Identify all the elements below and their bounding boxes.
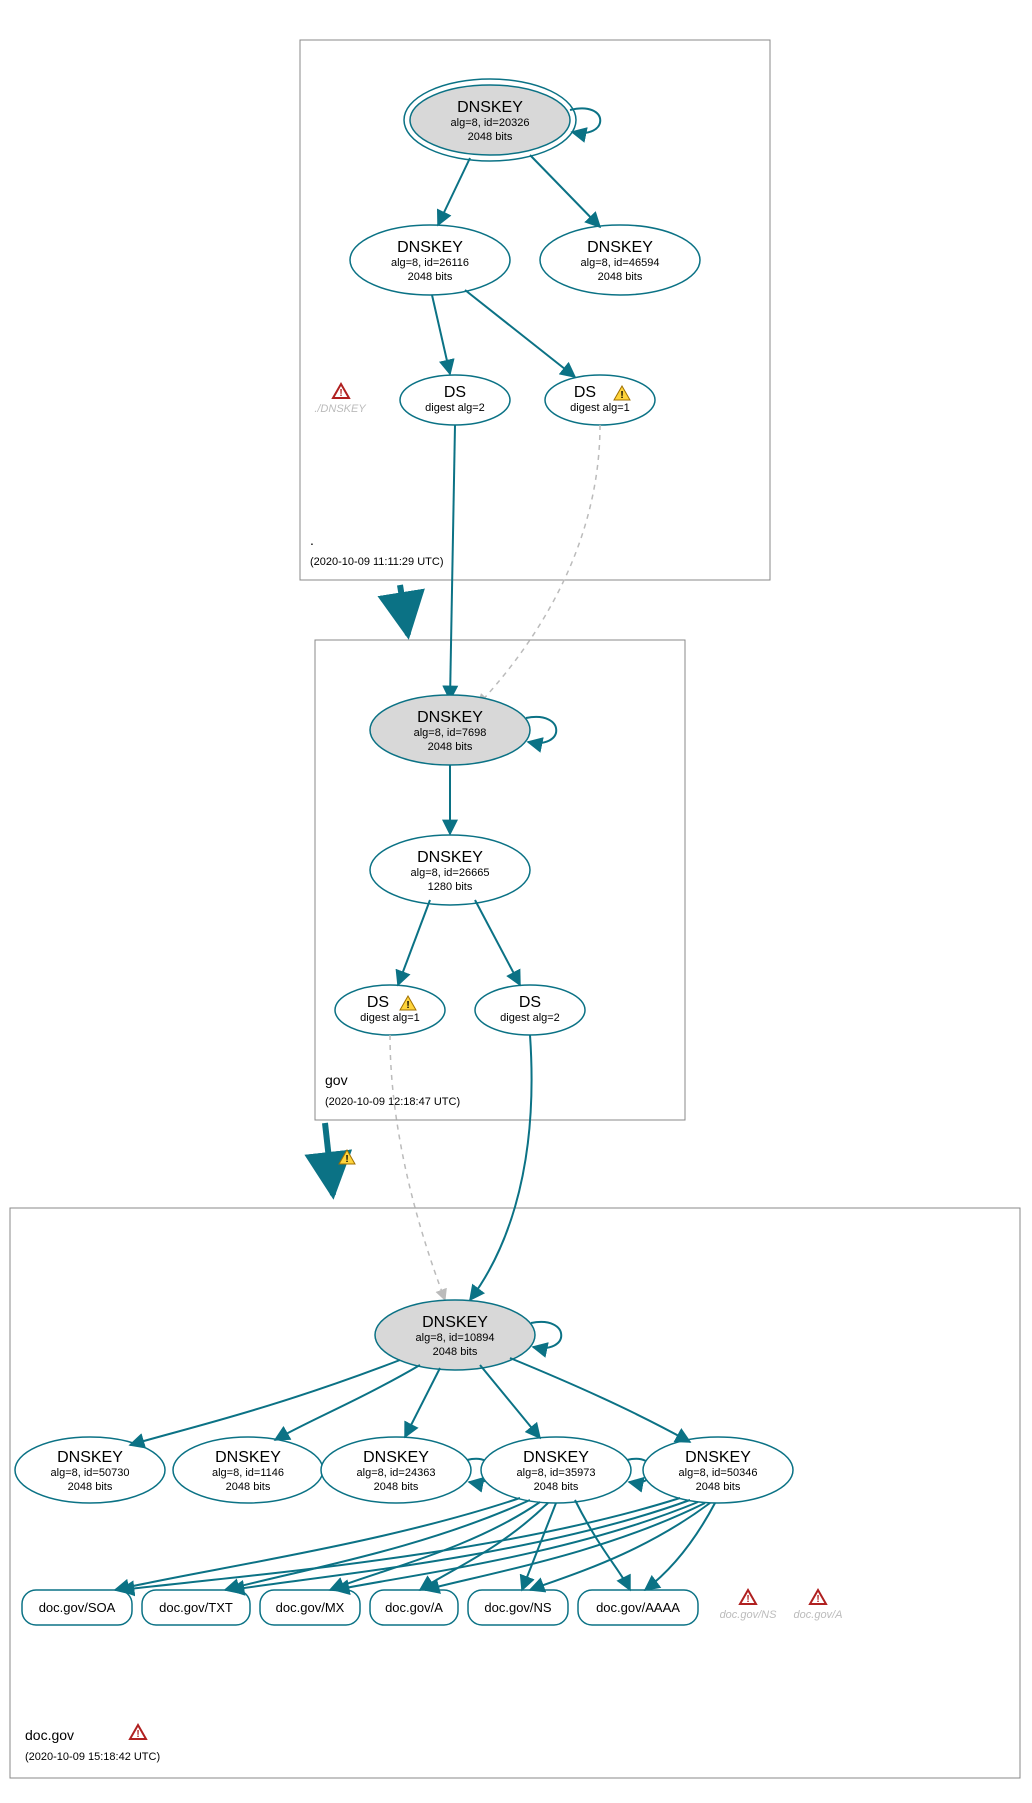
svg-text:DS: DS — [519, 994, 541, 1011]
svg-text:digest alg=1: digest alg=1 — [570, 402, 630, 414]
node-doc-k5[interactable]: DNSKEY alg=8, id=50346 2048 bits — [643, 1437, 793, 1503]
svg-text:doc.gov/AAAA: doc.gov/AAAA — [596, 1600, 680, 1615]
svg-text:DNSKEY: DNSKEY — [215, 1449, 281, 1466]
svg-text:2048 bits: 2048 bits — [408, 271, 453, 283]
svg-text:alg=8, id=50346: alg=8, id=50346 — [679, 1467, 758, 1479]
zone-docgov-label: doc.gov — [25, 1727, 74, 1743]
svg-text:DNSKEY: DNSKEY — [417, 849, 483, 866]
svg-text:DS: DS — [367, 994, 389, 1011]
svg-text:doc.gov/A: doc.gov/A — [794, 1609, 843, 1621]
svg-text:alg=8, id=46594: alg=8, id=46594 — [581, 257, 660, 269]
svg-text:!: ! — [345, 1154, 348, 1165]
svg-text:DNSKEY: DNSKEY — [685, 1449, 751, 1466]
node-root-ds2[interactable]: DS digest alg=2 — [400, 375, 510, 425]
node-gov-zsk[interactable]: DNSKEY alg=8, id=26665 1280 bits — [370, 835, 530, 905]
zone-docgov-ts: (2020-10-09 15:18:42 UTC) — [25, 1751, 160, 1763]
svg-text:!: ! — [746, 1594, 749, 1605]
warning-red-icon: ! — [810, 1590, 826, 1605]
rr-a[interactable]: doc.gov/A — [370, 1590, 458, 1625]
svg-text:!: ! — [136, 1729, 139, 1740]
svg-text:doc.gov/SOA: doc.gov/SOA — [39, 1600, 116, 1615]
svg-text:DS: DS — [444, 384, 466, 401]
warning-red-icon: ! — [130, 1725, 146, 1740]
rr-txt[interactable]: doc.gov/TXT — [142, 1590, 250, 1625]
svg-text:2048 bits: 2048 bits — [468, 131, 513, 143]
node-root-ghost: ! ./DNSKEY — [314, 384, 366, 415]
svg-text:./DNSKEY: ./DNSKEY — [314, 403, 366, 415]
rr-a-ghost: ! doc.gov/A — [794, 1590, 843, 1621]
zone-gov-label: gov — [325, 1072, 348, 1088]
rr-mx[interactable]: doc.gov/MX — [260, 1590, 360, 1625]
node-doc-k4[interactable]: DNSKEY alg=8, id=35973 2048 bits — [481, 1437, 631, 1503]
node-doc-k1[interactable]: DNSKEY alg=8, id=50730 2048 bits — [15, 1437, 165, 1503]
svg-text:2048 bits: 2048 bits — [598, 271, 643, 283]
dnssec-diagram: . (2020-10-09 11:11:29 UTC) gov (2020-10… — [0, 0, 1032, 1803]
zone-root-ts: (2020-10-09 11:11:29 UTC) — [310, 556, 444, 568]
zone-gov-ts: (2020-10-09 12:18:47 UTC) — [325, 1096, 460, 1108]
svg-text:2048 bits: 2048 bits — [696, 1481, 741, 1493]
svg-text:alg=8, id=50730: alg=8, id=50730 — [51, 1467, 130, 1479]
svg-text:2048 bits: 2048 bits — [226, 1481, 271, 1493]
node-root-ds1[interactable]: DS digest alg=1 ! — [545, 375, 655, 425]
node-doc-k2[interactable]: DNSKEY alg=8, id=1146 2048 bits — [173, 1437, 323, 1503]
delegation-root-gov — [400, 585, 408, 635]
svg-text:DNSKEY: DNSKEY — [523, 1449, 589, 1466]
svg-text:doc.gov/NS: doc.gov/NS — [720, 1609, 778, 1621]
warning-yellow-icon: ! — [339, 1150, 355, 1165]
svg-text:alg=8, id=20326: alg=8, id=20326 — [451, 117, 530, 129]
svg-text:DS: DS — [574, 384, 596, 401]
svg-text:2048 bits: 2048 bits — [428, 741, 473, 753]
rr-ns-ghost: ! doc.gov/NS — [720, 1590, 778, 1621]
warning-red-icon: ! — [333, 384, 349, 399]
svg-text:DNSKEY: DNSKEY — [422, 1314, 488, 1331]
svg-text:DNSKEY: DNSKEY — [57, 1449, 123, 1466]
svg-text:digest alg=2: digest alg=2 — [425, 402, 485, 414]
svg-text:!: ! — [816, 1594, 819, 1605]
svg-text:alg=8, id=7698: alg=8, id=7698 — [414, 727, 487, 739]
svg-text:DNSKEY: DNSKEY — [363, 1449, 429, 1466]
svg-text:alg=8, id=26116: alg=8, id=26116 — [391, 257, 469, 269]
svg-text:digest alg=1: digest alg=1 — [360, 1012, 420, 1024]
node-root-zsk2[interactable]: DNSKEY alg=8, id=46594 2048 bits — [540, 225, 700, 295]
svg-text:doc.gov/A: doc.gov/A — [385, 1600, 443, 1615]
node-root-ksk[interactable]: DNSKEY alg=8, id=20326 2048 bits — [404, 79, 576, 161]
svg-text:!: ! — [339, 388, 342, 399]
svg-text:2048 bits: 2048 bits — [433, 1346, 478, 1358]
svg-text:DNSKEY: DNSKEY — [417, 709, 483, 726]
svg-text:2048 bits: 2048 bits — [374, 1481, 419, 1493]
svg-text:DNSKEY: DNSKEY — [457, 99, 523, 116]
svg-text:DNSKEY: DNSKEY — [397, 239, 463, 256]
node-gov-ksk[interactable]: DNSKEY alg=8, id=7698 2048 bits — [370, 695, 530, 765]
svg-text:2048 bits: 2048 bits — [68, 1481, 113, 1493]
svg-text:!: ! — [620, 390, 623, 401]
node-root-zsk1[interactable]: DNSKEY alg=8, id=26116 2048 bits — [350, 225, 510, 295]
svg-text:alg=8, id=26665: alg=8, id=26665 — [411, 867, 490, 879]
rr-aaaa[interactable]: doc.gov/AAAA — [578, 1590, 698, 1625]
delegation-gov-docgov — [325, 1123, 333, 1195]
svg-text:alg=8, id=10894: alg=8, id=10894 — [416, 1332, 495, 1344]
svg-text:!: ! — [406, 1000, 409, 1011]
svg-text:2048 bits: 2048 bits — [534, 1481, 579, 1493]
svg-text:1280 bits: 1280 bits — [428, 881, 473, 893]
svg-text:alg=8, id=24363: alg=8, id=24363 — [357, 1467, 436, 1479]
svg-text:doc.gov/MX: doc.gov/MX — [276, 1600, 345, 1615]
node-gov-ds1[interactable]: DS digest alg=1 ! — [335, 985, 445, 1035]
svg-text:alg=8, id=35973: alg=8, id=35973 — [517, 1467, 596, 1479]
zone-root-label: . — [310, 532, 314, 548]
svg-text:alg=8, id=1146: alg=8, id=1146 — [212, 1467, 284, 1479]
svg-text:doc.gov/NS: doc.gov/NS — [484, 1600, 552, 1615]
rr-ns[interactable]: doc.gov/NS — [468, 1590, 568, 1625]
node-gov-ds2[interactable]: DS digest alg=2 — [475, 985, 585, 1035]
warning-red-icon: ! — [740, 1590, 756, 1605]
rr-soa[interactable]: doc.gov/SOA — [22, 1590, 132, 1625]
node-doc-k3[interactable]: DNSKEY alg=8, id=24363 2048 bits — [321, 1437, 471, 1503]
svg-text:digest alg=2: digest alg=2 — [500, 1012, 560, 1024]
svg-text:doc.gov/TXT: doc.gov/TXT — [159, 1600, 233, 1615]
svg-text:DNSKEY: DNSKEY — [587, 239, 653, 256]
